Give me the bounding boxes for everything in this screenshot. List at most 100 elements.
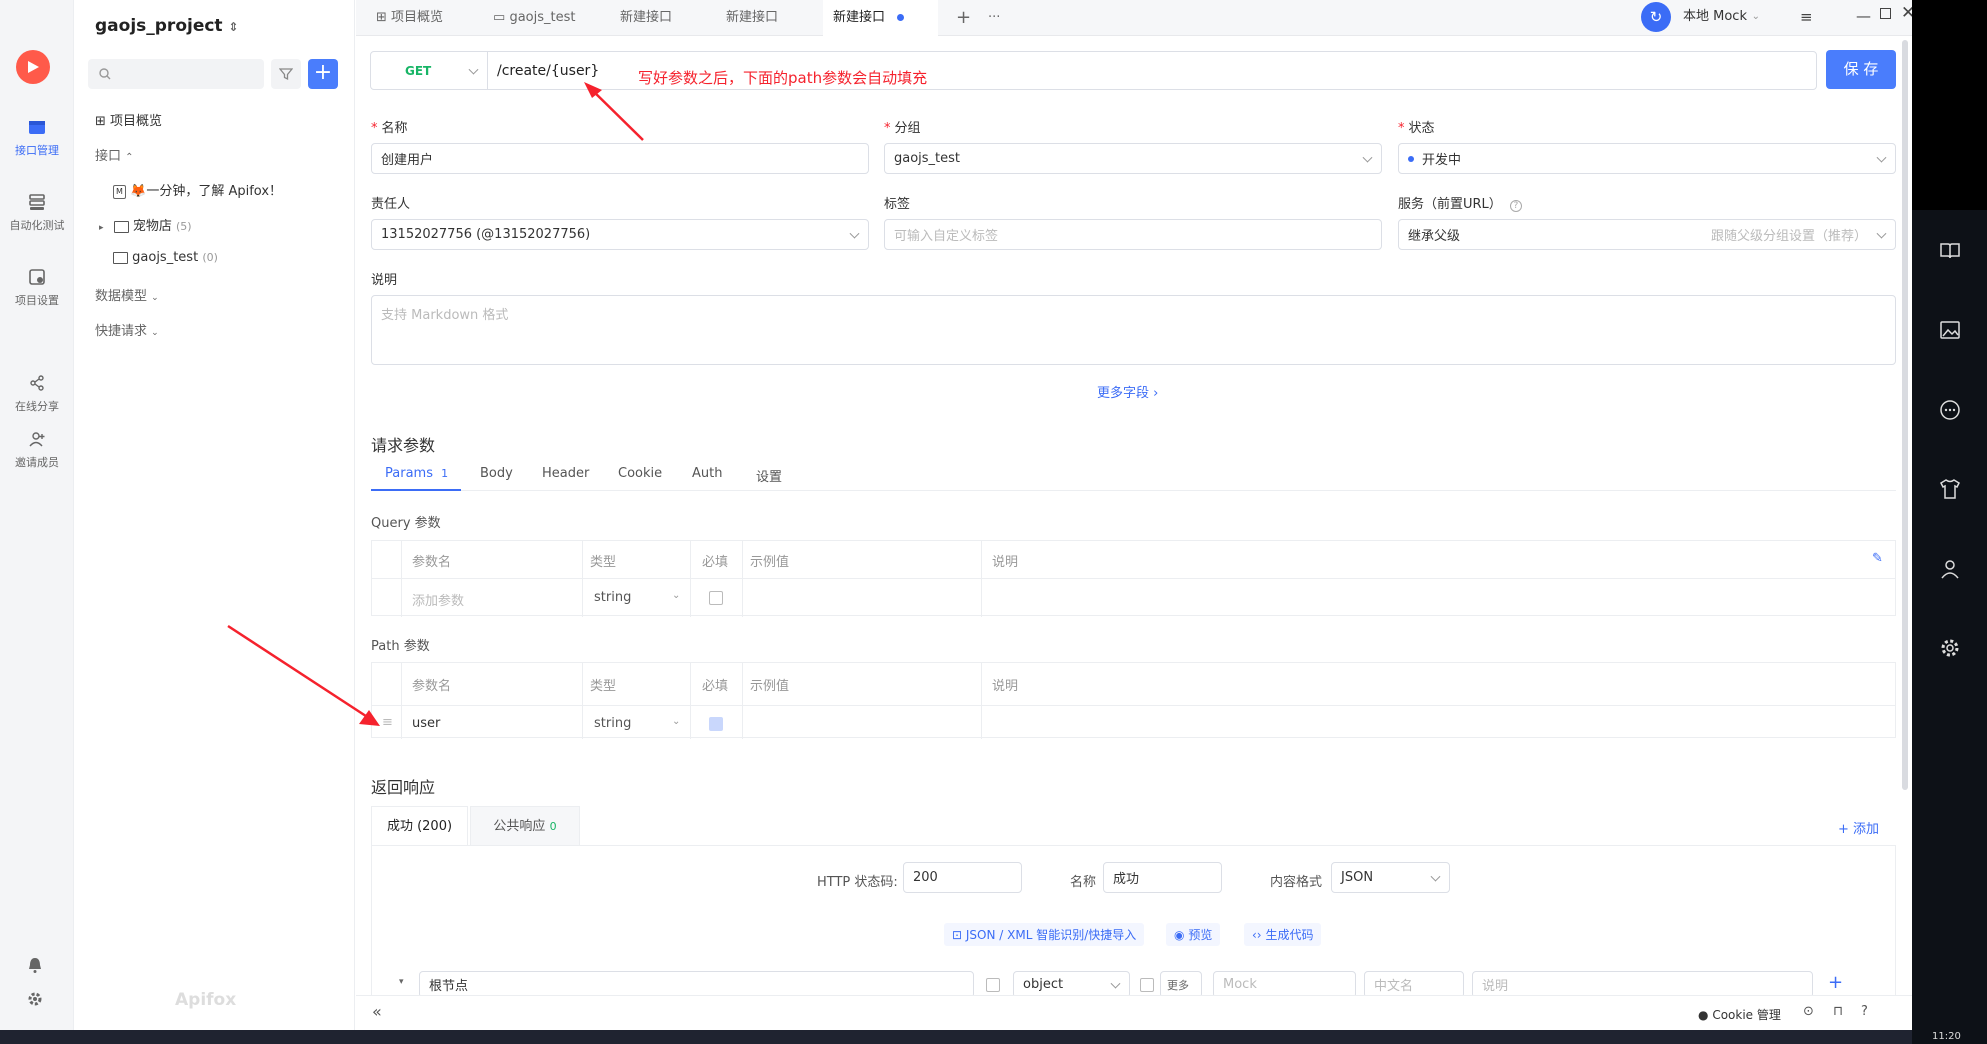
gear-icon[interactable] [1938, 636, 1962, 660]
save-button[interactable]: 保 存 [1826, 50, 1896, 89]
tab-body[interactable]: Body [480, 466, 513, 481]
group-select[interactable]: gaojs_test [884, 143, 1382, 174]
rail-item-api[interactable]: 接口管理 [0, 118, 74, 158]
sidebar-section-quick-request[interactable]: 快捷请求 ⌄ [95, 320, 159, 339]
root-node-field[interactable]: 根节点 [419, 971, 974, 998]
tab-response-common[interactable]: 公共响应 0 [470, 806, 580, 846]
more-button[interactable]: 更多 [1160, 971, 1202, 998]
query-required-checkbox[interactable] [709, 591, 723, 605]
more-fields-link[interactable]: 更多字段 › [1097, 382, 1158, 401]
book-icon[interactable] [1938, 239, 1962, 263]
help-icon[interactable]: ? [1861, 1004, 1868, 1019]
tag-input[interactable]: 可输入自定义标签 [884, 219, 1382, 250]
sidebar-item-overview[interactable]: ⊞ 项目概览 [95, 110, 162, 129]
shirt-icon[interactable] [1938, 477, 1962, 501]
cookie-manager-button[interactable]: ● Cookie 管理 [1698, 1006, 1781, 1023]
import-icon: ⊡ [952, 928, 963, 942]
app-window: 接口管理 自动化测试 项目设置 在线分享 邀请成员 gaojs_project … [0, 0, 1915, 1030]
rail-item-autotest[interactable]: 自动化测试 [0, 193, 74, 233]
add-button[interactable]: + [308, 59, 338, 89]
maximize-icon[interactable] [1880, 8, 1891, 19]
root-required-checkbox[interactable] [986, 978, 1000, 992]
name-label: * 名称 [371, 121, 408, 136]
tab-gaojs-test[interactable]: ▭ gaojs_test [483, 0, 585, 36]
desc-textarea[interactable]: 支持 Markdown 格式 [371, 295, 1896, 365]
http-status-input[interactable]: 200 [903, 862, 1022, 893]
more-tabs-button[interactable]: ··· [978, 0, 1010, 36]
service-label: 服务（前置URL） ? [1398, 193, 1522, 212]
tab-new-api-1[interactable]: 新建接口 [610, 0, 682, 36]
sync-button[interactable]: ↻ [1641, 2, 1671, 32]
smart-import-button[interactable]: ⊡ JSON / XML 智能识别/快捷导入 [944, 923, 1145, 946]
user-icon[interactable] [1938, 557, 1962, 581]
image-icon[interactable] [1938, 318, 1962, 342]
invite-icon [29, 432, 45, 447]
upload-icon[interactable]: ⊙ [1803, 1004, 1814, 1019]
owner-select[interactable]: 13152027756 (@13152027756) [371, 219, 869, 250]
mock-input[interactable]: Mock [1213, 971, 1356, 998]
sidebar-item-intro[interactable]: M 🦊一分钟，了解 Apifox！ [113, 180, 282, 199]
bulk-edit-icon[interactable]: ✎ [1872, 551, 1883, 566]
add-field-icon[interactable]: + [1828, 972, 1843, 993]
name-input[interactable]: 创建用户 [371, 143, 869, 174]
menu-icon[interactable]: ≡ [1800, 8, 1813, 26]
root-type-select[interactable]: object [1013, 971, 1130, 998]
annotation-text: 写好参数之后，下面的path参数会自动填充 [638, 69, 928, 87]
tab-new-api-3[interactable]: 新建接口 [823, 0, 938, 36]
path-name-input[interactable]: user [412, 716, 440, 731]
sidebar-item-gaojs-test[interactable]: gaojs_test (0) [113, 250, 218, 265]
tab-params[interactable]: Params 1 [385, 466, 448, 481]
method-select[interactable]: GET [370, 51, 488, 90]
search-input[interactable] [88, 59, 264, 89]
new-tab-button[interactable]: + [946, 0, 981, 36]
annotation-arrow-icon [227, 624, 380, 726]
tab-auth[interactable]: Auth [692, 466, 722, 481]
path-type-select[interactable]: string ⌄ [594, 716, 680, 731]
rail-item-invite[interactable]: 邀请成员 [0, 430, 74, 470]
preview-button[interactable]: ◉ 预览 [1166, 923, 1221, 946]
query-type-select[interactable]: string ⌄ [594, 590, 680, 605]
plus-icon: + [956, 7, 972, 28]
tab-response-success[interactable]: 成功 (200) [371, 806, 468, 846]
root-nullable-checkbox[interactable] [1140, 978, 1154, 992]
tab-new-api-2[interactable]: 新建接口 [716, 0, 788, 36]
project-switcher[interactable]: gaojs_project ⇕ [95, 16, 239, 36]
gen-code-button[interactable]: ‹› 生成代码 [1244, 923, 1322, 946]
col-name: 参数名 [412, 555, 452, 570]
service-select[interactable]: 继承父级 跟随父级分组设置（推荐） [1398, 219, 1896, 250]
tab-settings[interactable]: 设置 [756, 466, 782, 485]
response-name-input[interactable]: 成功 [1103, 862, 1222, 893]
path-required-checkbox[interactable] [709, 717, 723, 731]
apifox-logo[interactable] [16, 50, 50, 84]
minimize-icon[interactable]: — [1856, 7, 1871, 25]
chevron-down-icon [849, 228, 860, 239]
refresh-icon: ↻ [1649, 8, 1663, 26]
shirt-icon[interactable]: ⊓ [1833, 1004, 1843, 1019]
collapse-sidebar-icon[interactable]: « [372, 1002, 382, 1021]
col-desc: 说明 [992, 555, 1019, 570]
env-select[interactable]: 本地 Mock ⌄ [1676, 3, 1766, 31]
query-name-input[interactable]: 添加参数 [412, 590, 464, 609]
content-format-select[interactable]: JSON [1331, 862, 1450, 893]
scrollbar[interactable] [1902, 40, 1908, 790]
tab-overview[interactable]: ⊞ 项目概览 [366, 0, 453, 36]
sidebar-section-api[interactable]: 接口 ⌃ [95, 145, 134, 164]
sidebar-section-data-model[interactable]: 数据模型 ⌄ [95, 285, 159, 304]
chevron-down-icon [1362, 152, 1373, 163]
gear-icon[interactable] [26, 990, 44, 1008]
chat-icon[interactable] [1938, 398, 1962, 422]
status-bar: « ● Cookie 管理 ⊙ ⊓ ? [356, 995, 1912, 1030]
cn-name-input[interactable]: 中文名 [1364, 971, 1464, 998]
tab-header[interactable]: Header [542, 466, 589, 481]
status-select[interactable]: 开发中 [1398, 143, 1896, 174]
bell-icon[interactable] [26, 956, 44, 974]
add-response-link[interactable]: + 添加 [1838, 818, 1879, 837]
sidebar-item-petstore[interactable]: ▸ 宠物店 (5) [99, 215, 192, 234]
root-desc-input[interactable]: 说明 [1472, 971, 1813, 998]
rail-item-share[interactable]: 在线分享 [0, 374, 74, 414]
filter-button[interactable] [271, 59, 301, 89]
tab-cookie[interactable]: Cookie [618, 466, 662, 481]
chevron-down-icon [468, 64, 479, 75]
rail-item-settings[interactable]: 项目设置 [0, 268, 74, 308]
caret-down-icon[interactable]: ▾ [399, 977, 404, 987]
